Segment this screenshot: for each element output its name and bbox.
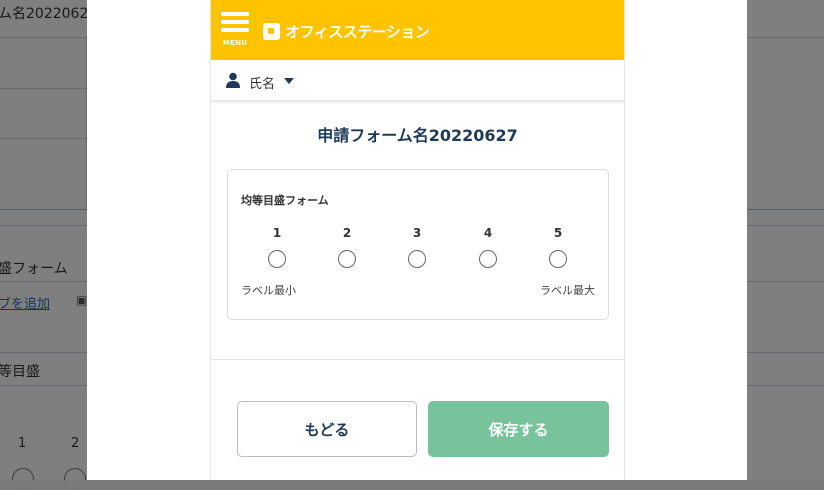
back-button[interactable]: もどる <box>237 401 417 457</box>
divider <box>211 359 624 360</box>
caret-down-icon <box>284 78 294 84</box>
question-label: 均等目盛フォーム <box>241 194 329 207</box>
user-icon <box>226 72 240 88</box>
scale-radio-5[interactable] <box>549 250 567 268</box>
scale-radio-4[interactable] <box>479 250 497 268</box>
scale-number: 5 <box>553 226 563 240</box>
scale-number: 3 <box>412 226 422 240</box>
hamburger-icon <box>221 12 249 16</box>
form-title: 申請フォーム名20220627 <box>317 126 518 145</box>
save-button[interactable]: 保存する <box>428 401 609 457</box>
user-name-label: 氏名 <box>249 77 276 92</box>
hamburger-icon <box>221 28 249 32</box>
scale-radio-3[interactable] <box>408 250 426 268</box>
hamburger-icon <box>221 20 249 24</box>
menu-label: MENU <box>222 39 248 47</box>
app-header: MENU オフィスステーション <box>211 0 624 60</box>
scale-radio-1[interactable] <box>268 250 286 268</box>
scale-number: 2 <box>342 226 352 240</box>
label-max: ラベル最大 <box>540 284 595 297</box>
app-logo: オフィスステーション <box>263 20 430 42</box>
scale-radio-2[interactable] <box>338 250 356 268</box>
question-card: 均等目盛フォーム 1 2 3 4 5 ラベル最小 ラベル最大 <box>227 169 609 320</box>
mobile-preview: MENU オフィスステーション 氏名 申請フォーム名20220627 均等目盛フ… <box>210 0 625 480</box>
scale-number: 4 <box>483 226 493 240</box>
label-min: ラベル最小 <box>241 284 296 297</box>
logo-icon <box>263 22 280 40</box>
scale-number: 1 <box>272 226 282 240</box>
logo-text: オフィスステーション <box>285 22 430 41</box>
user-selector[interactable]: 氏名 <box>211 60 624 100</box>
menu-button[interactable]: MENU <box>221 12 249 48</box>
